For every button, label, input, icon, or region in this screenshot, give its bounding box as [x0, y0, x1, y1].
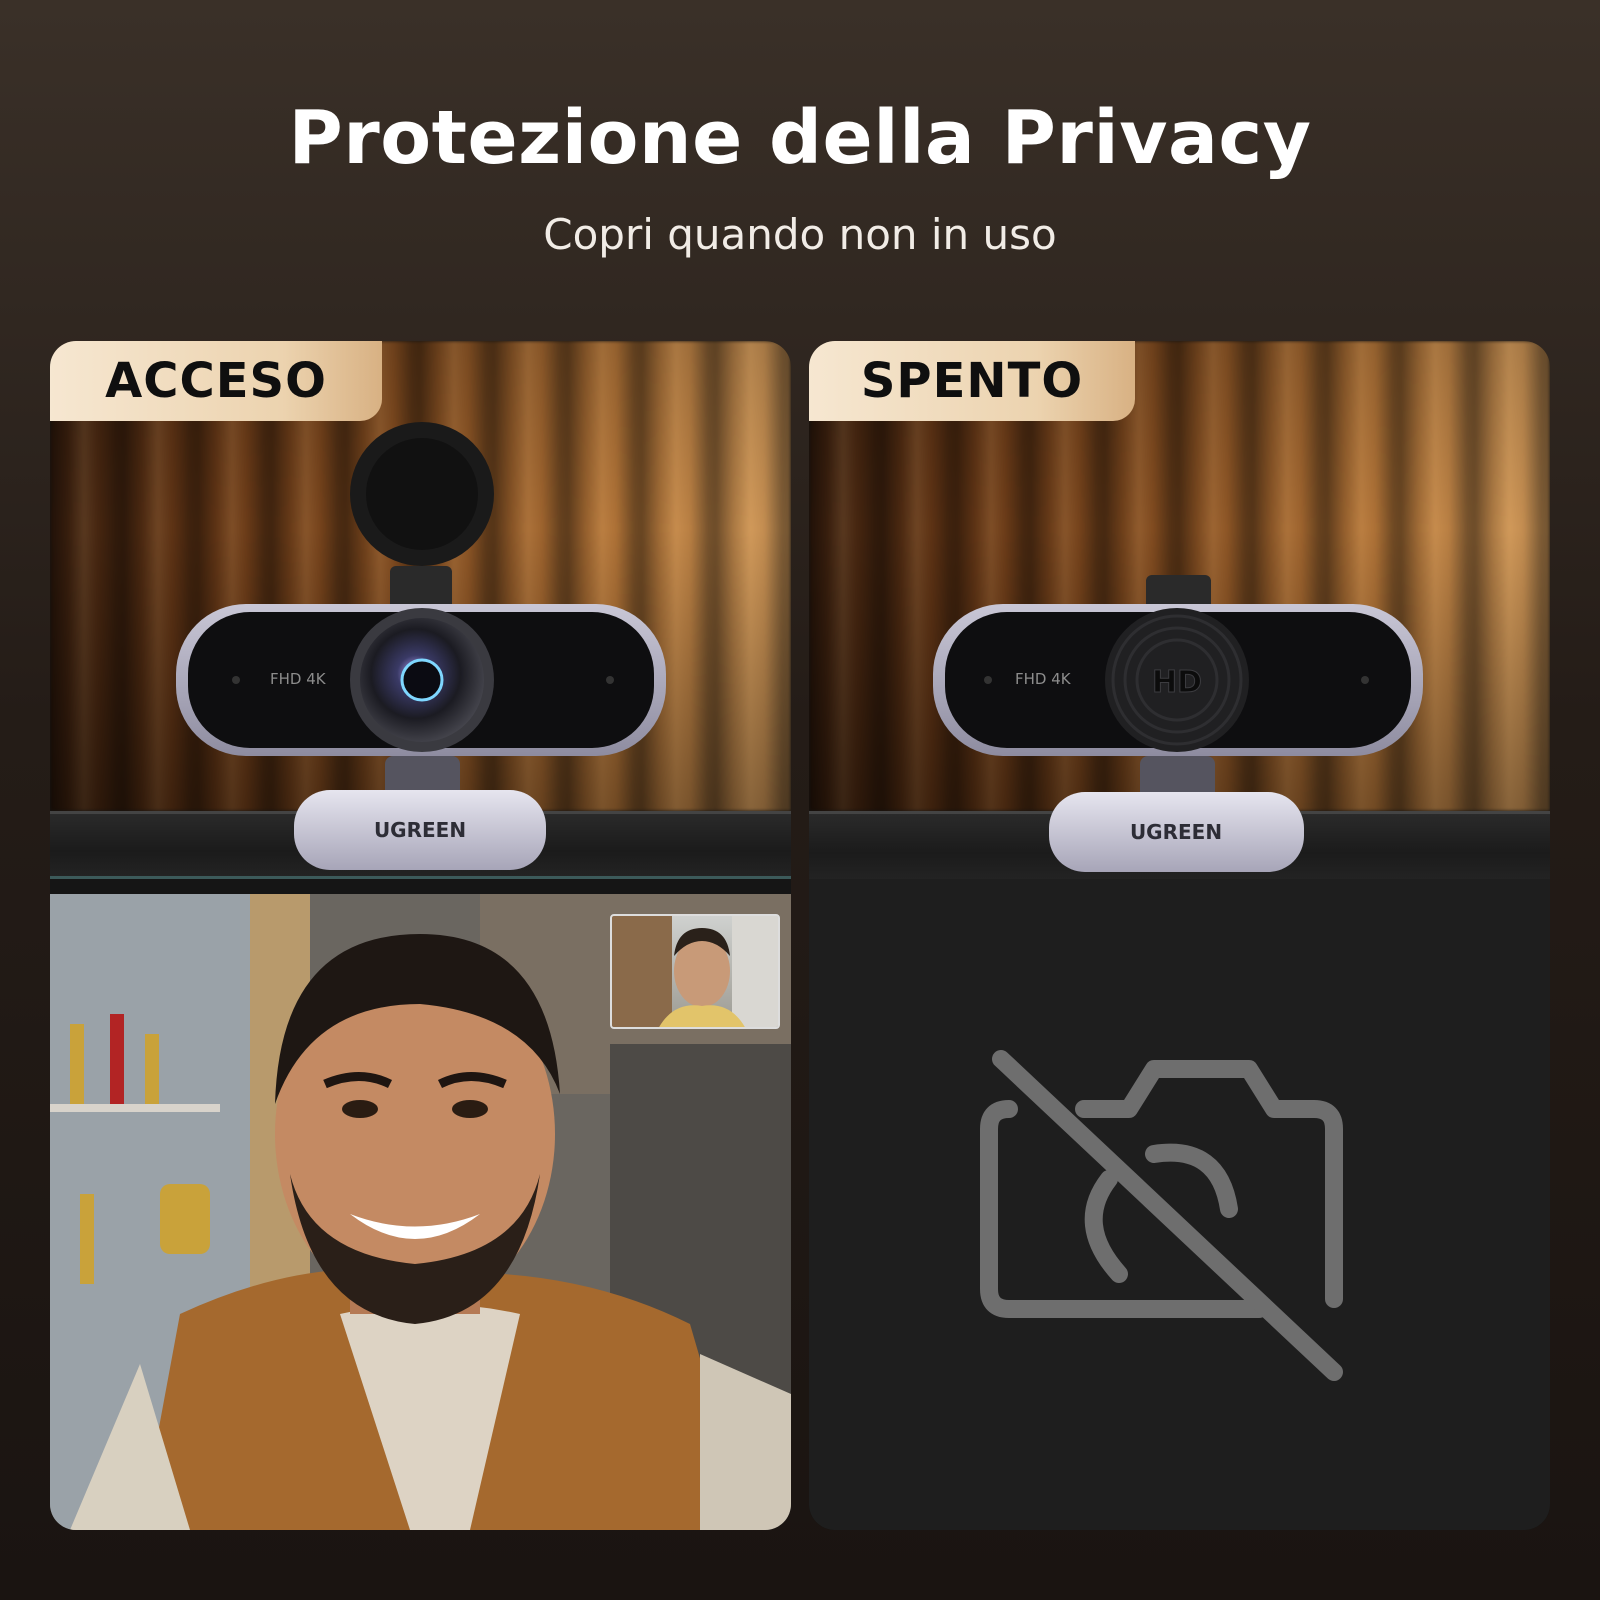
webcam-model-label: FHD 4K	[270, 670, 327, 688]
webcam-model-label: FHD 4K	[1015, 670, 1072, 688]
subheadline: Copri quando non in uso	[543, 210, 1057, 259]
webcam-brand-label: UGREEN	[1130, 820, 1222, 844]
webcam-brand-label: UGREEN	[374, 818, 466, 842]
camera-off-icon	[980, 1050, 1343, 1381]
webcam-closed: HD FHD 4K UGREEN	[933, 575, 1423, 872]
cover-hd-label: HD	[1152, 665, 1202, 700]
webcam-open: FHD 4K UGREEN	[176, 422, 666, 870]
video-call-scene	[50, 894, 791, 1530]
panel-off: HD FHD 4K UGREEN SPENTO	[809, 341, 1550, 1530]
camera-off-screen	[809, 879, 1550, 1530]
headline: Protezione della Privacy	[288, 95, 1312, 181]
panel-on: FHD 4K UGREEN ACCESO	[50, 341, 791, 1530]
status-tab-on: ACCESO	[50, 341, 382, 421]
status-tab-off: SPENTO	[809, 341, 1135, 421]
self-view-illustration	[612, 916, 778, 1027]
self-view-thumbnail	[610, 914, 780, 1029]
